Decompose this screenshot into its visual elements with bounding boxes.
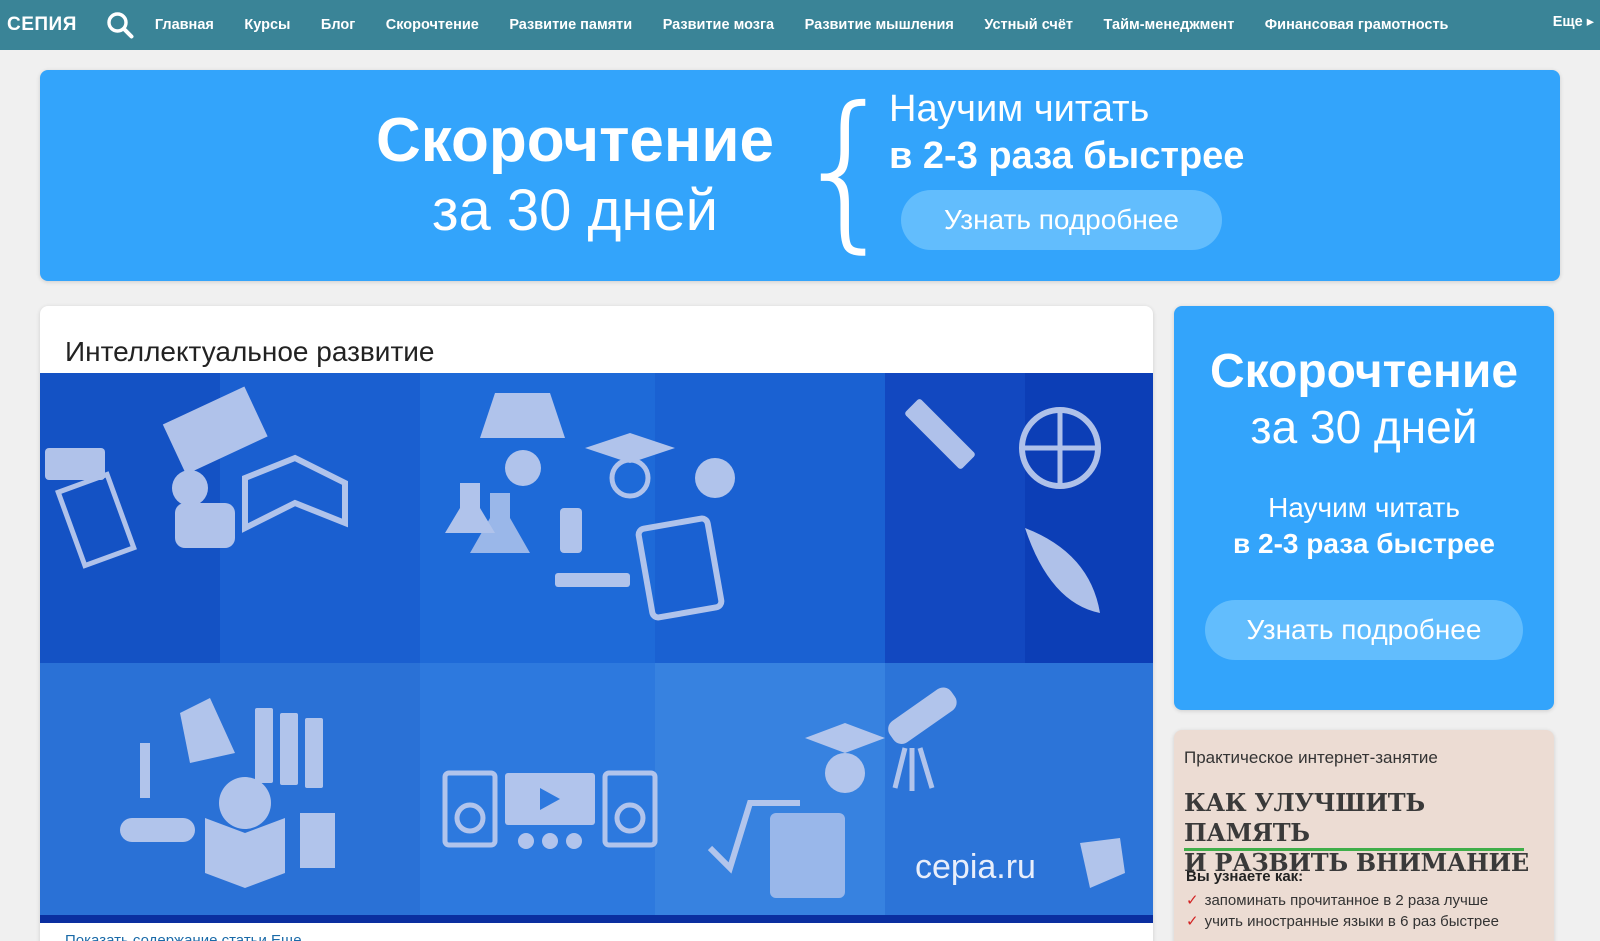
top-navigation: СЕПИЯ Главная Курсы Блог Скорочтение Раз…	[0, 0, 1600, 50]
nav-link-brain[interactable]: Развитие мозга	[663, 17, 774, 33]
banner-subtitle-line1: Научим читать	[889, 88, 1150, 130]
sidebar-speed-reading-ad[interactable]: Скорочтение за 30 дней Научим читать в 2…	[1174, 306, 1554, 710]
nav-link-home[interactable]: Главная	[155, 17, 214, 33]
banner-subtitle-line2: в 2-3 раза быстрее	[889, 135, 1245, 177]
nav-links: Главная Курсы Блог Скорочтение Развитие …	[155, 17, 1479, 33]
article-title: Интеллектуальное развитие	[65, 336, 435, 367]
article-hero-image: cepia.ru	[40, 373, 1153, 923]
sidebar-ad-title-line1: Скорочтение	[1209, 345, 1519, 398]
promo-benefit-text: учить иностранные языки в 6 раз быстрее	[1204, 913, 1499, 930]
promo-headline-line1: КАК УЛУЧШИТЬ ПАМЯТЬ	[1184, 788, 1425, 847]
banner-learn-more-button[interactable]: Узнать подробнее	[901, 190, 1222, 250]
nav-link-mental-math[interactable]: Устный счёт	[984, 17, 1073, 33]
list-item: ✓ учить иностранные языки в 6 раз быстрее	[1186, 911, 1499, 932]
promo-kicker: Практическое интернет-занятие	[1184, 748, 1438, 767]
promo-benefits-list: ✓ запоминать прочитанное в 2 раза лучше ✓…	[1186, 890, 1499, 932]
hero-watermark: cepia.ru	[915, 848, 1036, 886]
promo-benefit-text: запоминать прочитанное в 2 раза лучше	[1204, 892, 1489, 909]
checkmark-icon: ✓	[1186, 913, 1199, 930]
sidebar-learn-more-button[interactable]: Узнать подробнее	[1205, 600, 1523, 660]
article-toc-link[interactable]: Показать содержание статьи Еще	[65, 932, 302, 941]
sidebar-ad-subtitle-line2: в 2-3 раза быстрее	[1233, 528, 1495, 559]
nav-link-speed-reading[interactable]: Скорочтение	[386, 17, 479, 33]
banner-brace: {	[792, 71, 901, 269]
site-logo[interactable]: СЕПИЯ	[7, 14, 77, 36]
article-card: Интеллектуальное развитие cepia.ru Показ…	[40, 306, 1153, 941]
nav-link-blog[interactable]: Блог	[321, 17, 355, 33]
promo-headline: КАК УЛУЧШИТЬ ПАМЯТЬ И РАЗВИТЬ ВНИМАНИЕ	[1184, 788, 1554, 878]
search-icon[interactable]	[105, 10, 135, 40]
promo-learn-label: Вы узнаете как:	[1186, 868, 1304, 885]
nav-link-memory[interactable]: Развитие памяти	[509, 17, 632, 33]
memory-webinar-promo[interactable]: Практическое интернет-занятие КАК УЛУЧШИ…	[1174, 730, 1554, 941]
speed-reading-banner[interactable]: Скорочтение за 30 дней { Научим читать в…	[40, 70, 1560, 281]
sidebar-ad-subtitle-line1: Научим читать	[1268, 492, 1460, 523]
list-item: ✓ запоминать прочитанное в 2 раза лучше	[1186, 890, 1499, 911]
nav-link-thinking[interactable]: Развитие мышления	[805, 17, 954, 33]
sidebar-ad-title-line2: за 30 дней	[1250, 401, 1478, 453]
nav-more-menu[interactable]: Еще ▸	[1553, 14, 1594, 30]
checkmark-icon: ✓	[1186, 892, 1199, 909]
nav-link-time-management[interactable]: Тайм-менеджмент	[1104, 17, 1235, 33]
nav-link-courses[interactable]: Курсы	[244, 17, 290, 33]
promo-underline	[1184, 848, 1524, 851]
nav-link-financial-literacy[interactable]: Финансовая грамотность	[1265, 17, 1449, 33]
banner-subtitle: Научим читать в 2-3 раза быстрее	[889, 86, 1244, 180]
